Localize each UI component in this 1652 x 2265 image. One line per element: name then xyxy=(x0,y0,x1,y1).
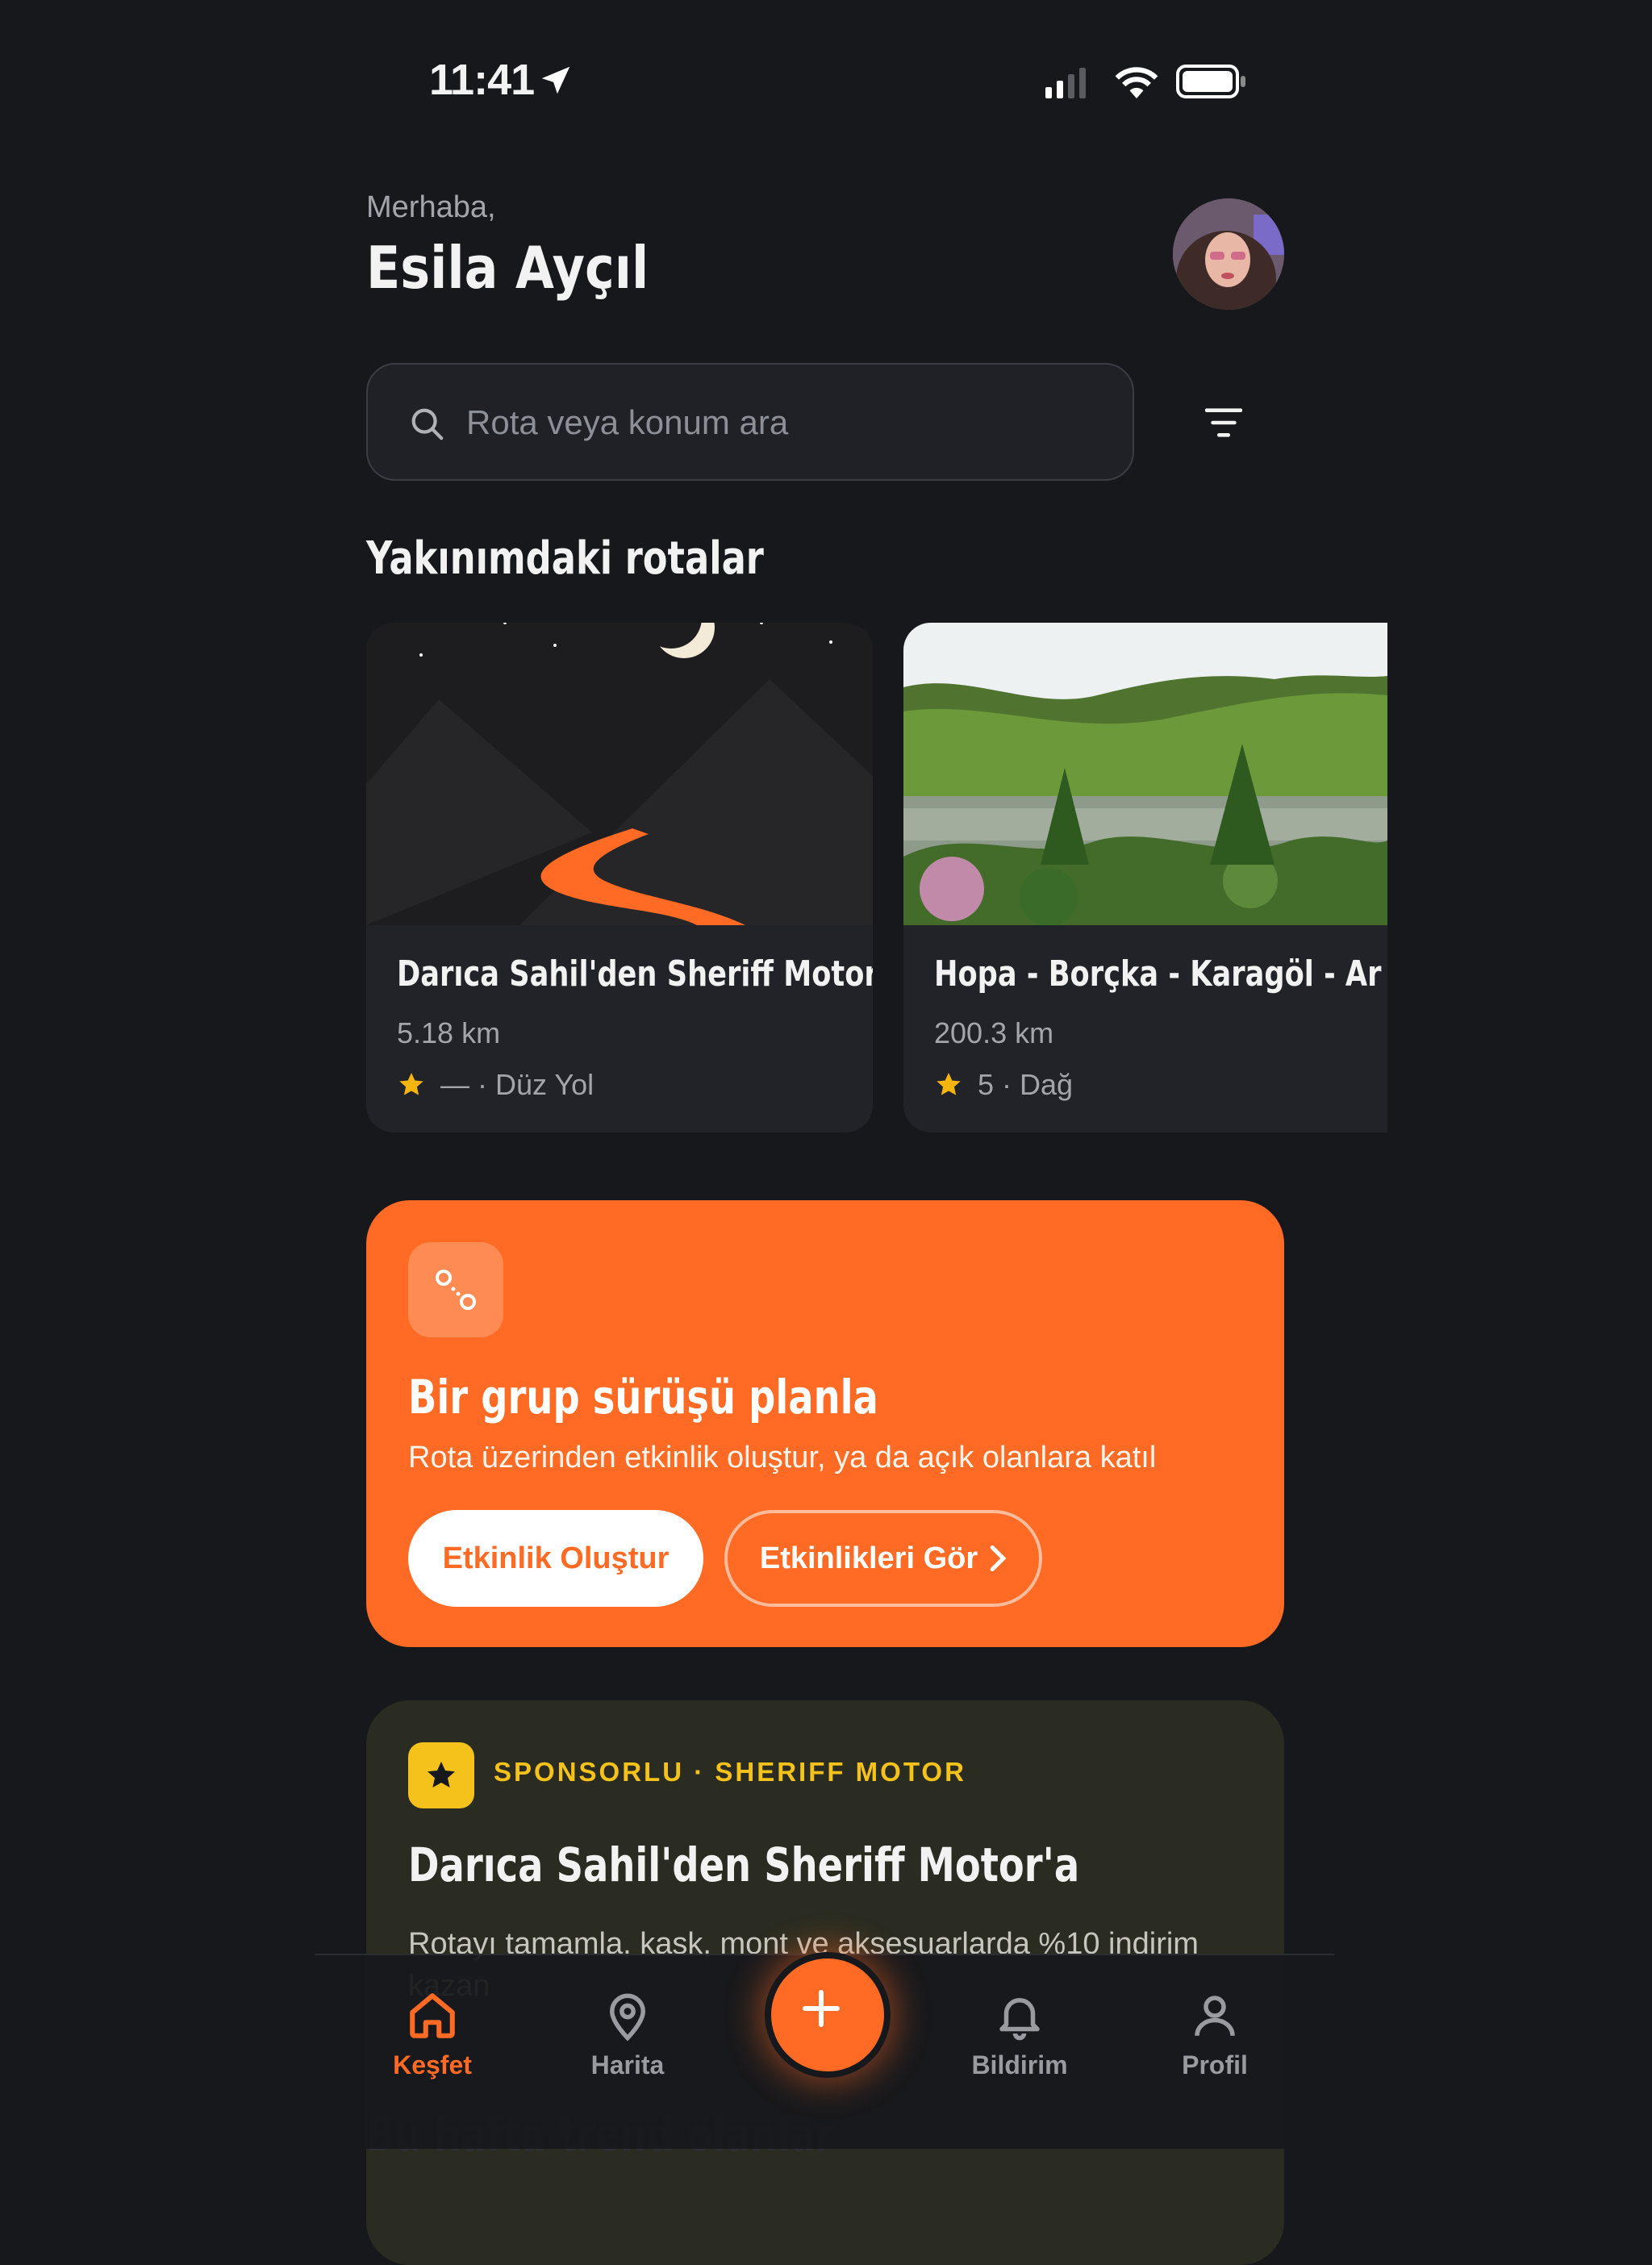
bell-icon xyxy=(999,1998,1040,2041)
wifi-icon xyxy=(1115,67,1158,98)
map-pin-icon xyxy=(609,1993,646,2042)
sponsor-title: Darıca Sahil'den Sheriff Motor'a xyxy=(408,1837,1080,1892)
battery-icon xyxy=(1176,65,1245,98)
route-meta-text: 5 · Dağ xyxy=(978,1068,1074,1101)
view-events-button[interactable]: Etkinlikleri Gör xyxy=(724,1510,1042,1607)
create-event-button[interactable]: Etkinlik Oluştur xyxy=(408,1510,703,1607)
greeting-text: Merhaba, xyxy=(366,190,496,224)
search-icon xyxy=(411,408,444,440)
search-bar xyxy=(366,363,1134,481)
route-meta: 5 · Dağ xyxy=(934,1068,1073,1102)
route-meta: — · Düz Yol xyxy=(397,1068,594,1102)
route-title: Darıca Sahil'den Sheriff Motor'a xyxy=(397,953,873,995)
route-meta-text: — · Düz Yol xyxy=(440,1068,594,1101)
sponsor-star-icon xyxy=(408,1742,474,1808)
tab-map[interactable]: Harita xyxy=(547,1989,708,2080)
tab-profile-label: Profil xyxy=(1182,2050,1248,2079)
plus-icon xyxy=(803,1990,840,2027)
route-distance: 200.3 km xyxy=(934,1016,1054,1049)
route-card[interactable]: Hopa - Borçka - Karagöl - Ar 200.3 km 5 … xyxy=(903,623,1387,1132)
tab-discover-label: Keşfet xyxy=(393,2050,472,2079)
avatar-photo xyxy=(1173,198,1284,310)
view-events-label: Etkinlikleri Gör xyxy=(759,1541,978,1575)
create-event-label: Etkinlik Oluştur xyxy=(442,1541,670,1575)
location-arrow-icon xyxy=(541,66,570,94)
promo-subtitle: Rota üzerinden etkinlik oluştur, ya da a… xyxy=(408,1441,1157,1475)
filter-icon[interactable] xyxy=(1205,407,1242,439)
user-icon xyxy=(1195,1996,1235,2037)
tab-profile[interactable]: Profil xyxy=(1134,1989,1295,2080)
promo-title: Bir grup sürüşü planla xyxy=(408,1370,878,1424)
route-distance: 5.18 km xyxy=(397,1016,501,1049)
user-name: Esila Ayçıl xyxy=(366,234,649,302)
add-route-button[interactable] xyxy=(765,1952,891,2078)
star-icon xyxy=(937,1073,961,1095)
home-icon xyxy=(410,1993,455,2038)
route-title: Hopa - Borçka - Karagöl - Ar xyxy=(934,953,1382,995)
cellular-signal-icon xyxy=(1045,68,1086,98)
search-input[interactable] xyxy=(465,365,1097,481)
section-title-nearby: Yakınımdaki rotalar xyxy=(366,532,764,585)
route-illustration xyxy=(366,623,873,925)
avatar[interactable] xyxy=(1173,198,1284,310)
route-dots-icon xyxy=(408,1242,503,1337)
status-time: 11:41 xyxy=(429,56,535,104)
tab-notifications[interactable]: Bildirim xyxy=(939,1989,1100,2080)
tab-discover[interactable]: Keşfet xyxy=(352,1989,513,2080)
star-icon xyxy=(399,1073,423,1095)
chevron-right-icon xyxy=(990,1545,1007,1572)
sponsor-label: SPONSORLU · SHERIFF MOTOR xyxy=(494,1757,966,1787)
route-photo xyxy=(903,623,1387,925)
group-ride-promo-card: Bir grup sürüşü planla Rota üzerinden et… xyxy=(366,1200,1284,1647)
tab-notifications-label: Bildirim xyxy=(971,2050,1068,2079)
tab-map-label: Harita xyxy=(590,2050,665,2079)
route-card[interactable]: Darıca Sahil'den Sheriff Motor'a 5.18 km… xyxy=(366,623,873,1132)
